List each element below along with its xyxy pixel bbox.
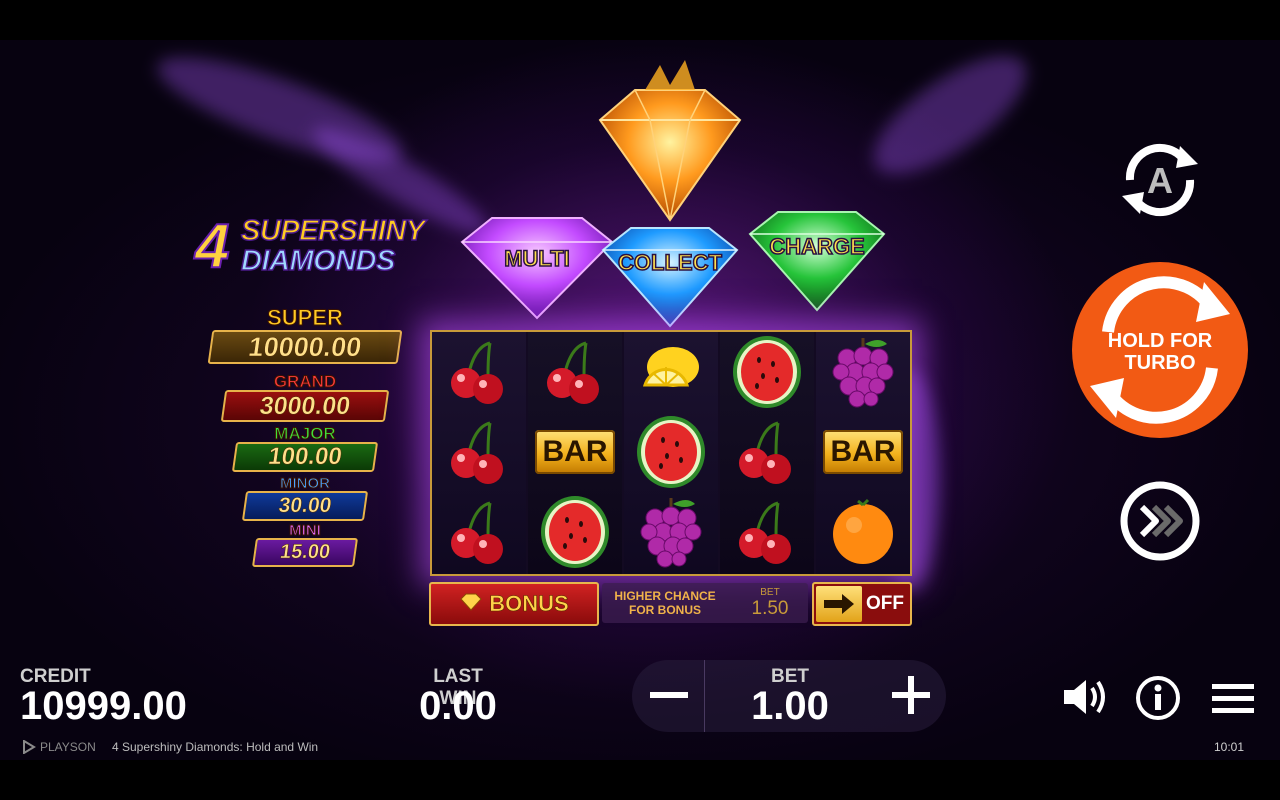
collect-diamond: COLLECT <box>595 222 745 332</box>
logo-line1: SUPERSHINY <box>240 215 426 247</box>
bonus-button-label: BONUS <box>489 591 569 617</box>
bar-symbol: BAR <box>816 412 910 492</box>
cherry-symbol <box>720 492 814 572</box>
hamburger-menu-icon <box>1212 684 1254 713</box>
reel-3 <box>624 332 718 574</box>
jackpot-minor-name: MINOR <box>280 475 331 492</box>
watermelon-symbol <box>528 492 622 572</box>
spin-button-label: HOLD FOR TURBO <box>1107 330 1213 374</box>
reel-1 <box>432 332 526 574</box>
logo-line2: DIAMONDS <box>240 245 396 277</box>
fast-forward-icon <box>1120 481 1200 561</box>
bet-decrease-button[interactable] <box>644 670 694 720</box>
speaker-icon <box>1064 680 1105 714</box>
higher-chance-bet-label: BET <box>760 587 780 598</box>
higher-chance-toggle[interactable]: OFF <box>812 582 912 626</box>
jackpot-mini-value: 15.00 <box>251 538 359 567</box>
spin-button[interactable]: HOLD FOR TURBO <box>1072 262 1248 438</box>
cherry-symbol <box>432 412 526 492</box>
watermelon-symbol <box>624 412 718 492</box>
jackpot-grand-name: GRAND <box>273 372 337 391</box>
jackpot-major: MAJOR 100.00 <box>231 424 379 472</box>
jackpot-minor: MINOR 30.00 <box>241 475 369 521</box>
jackpot-minor-value: 30.00 <box>241 491 369 521</box>
cherry-symbol <box>432 332 526 412</box>
credit-value: 10999.00 <box>20 684 187 728</box>
charge-label: CHARGE <box>769 233 866 260</box>
orange-diamond <box>560 60 780 230</box>
higher-chance-text: HIGHER CHANCE FOR BONUS <box>614 589 716 617</box>
diamond-icon <box>459 593 483 616</box>
reel-2: BAR <box>528 332 622 574</box>
watermelon-symbol <box>720 332 814 412</box>
playson-icon <box>23 740 36 754</box>
bar-symbol-text: BAR <box>535 430 615 474</box>
toggle-knob <box>816 586 862 622</box>
grapes-symbol <box>816 332 910 412</box>
bet-increase-button[interactable] <box>886 670 936 720</box>
jackpot-super-value: 10000.00 <box>207 330 403 364</box>
jackpot-super: SUPER 10000.00 <box>207 305 403 364</box>
reel-5: BAR <box>816 332 910 574</box>
logo-number: 4 <box>194 211 231 282</box>
charge-diamond: CHARGE <box>742 206 892 316</box>
plus-icon <box>892 676 930 714</box>
playson-logo: PLAYSON <box>22 740 96 754</box>
autoplay-button[interactable]: A <box>1110 138 1210 222</box>
cherry-symbol <box>720 412 814 492</box>
arrow-right-icon <box>824 594 854 614</box>
bar-symbol: BAR <box>528 412 622 492</box>
info-icon <box>1136 676 1180 720</box>
jackpot-mini: MINI 15.00 <box>251 522 359 567</box>
menu-button[interactable] <box>1208 678 1258 718</box>
minus-icon <box>650 692 688 698</box>
sound-button[interactable] <box>1058 674 1112 720</box>
cherry-symbol <box>432 492 526 572</box>
jackpot-major-name: MAJOR <box>274 424 336 443</box>
toggle-state: OFF <box>866 593 904 614</box>
grapes-symbol <box>624 492 718 572</box>
game-title: 4 Supershiny Diamonds: Hold and Win <box>112 740 319 754</box>
higher-chance-bet-value: 1.50 <box>751 598 789 619</box>
jackpot-major-value: 100.00 <box>231 442 379 472</box>
orange-symbol <box>816 492 910 572</box>
higher-chance-panel: HIGHER CHANCE FOR BONUS BET 1.50 <box>602 583 808 623</box>
info-button[interactable] <box>1134 674 1182 722</box>
autoplay-icon: A <box>1122 143 1198 217</box>
jackpot-super-name: SUPER <box>267 305 344 330</box>
bar-symbol-text: BAR <box>823 430 903 474</box>
brand-name: PLAYSON <box>40 740 96 754</box>
game-logo: 4 SUPERSHINY DIAMONDS <box>194 211 426 284</box>
svg-text:A: A <box>1147 160 1173 201</box>
lemon-symbol <box>624 332 718 412</box>
turbo-button[interactable] <box>1118 479 1202 563</box>
collect-label: COLLECT <box>617 249 722 276</box>
jackpot-mini-name: MINI <box>289 522 322 539</box>
last-win-value: 0.00 <box>419 684 497 728</box>
reels-grid: BAR BAR <box>430 330 912 576</box>
jackpot-grand: GRAND 3000.00 <box>220 372 390 422</box>
bonus-button[interactable]: BONUS <box>429 582 599 626</box>
clock: 10:01 <box>1214 740 1245 754</box>
reel-4 <box>720 332 814 574</box>
jackpot-grand-value: 3000.00 <box>220 390 390 422</box>
cherry-symbol <box>528 332 622 412</box>
bet-value: 1.00 <box>751 684 829 728</box>
